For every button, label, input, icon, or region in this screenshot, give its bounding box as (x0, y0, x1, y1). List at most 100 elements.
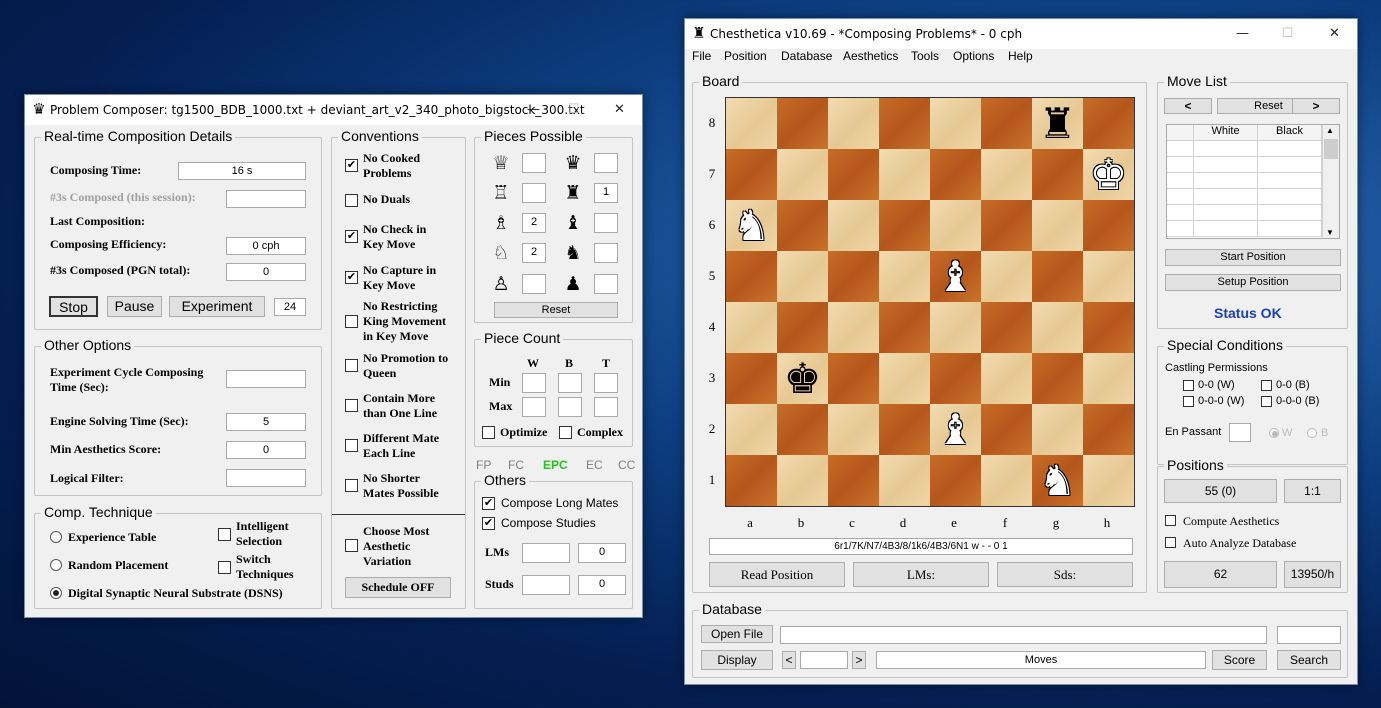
black-rook-piece[interactable]: ♜ (1032, 98, 1083, 149)
mode-cc[interactable]: CC (618, 458, 635, 472)
start-position-button[interactable]: Start Position (1165, 249, 1341, 266)
move-prev-button[interactable]: < (1164, 98, 1212, 114)
schedule-button[interactable]: Schedule OFF (345, 577, 451, 598)
square-a7[interactable] (726, 149, 777, 200)
white-knight-piece[interactable]: ♞ (726, 200, 777, 251)
square-a2[interactable] (726, 404, 777, 455)
square-b2[interactable] (777, 404, 828, 455)
square-g2[interactable] (1032, 404, 1083, 455)
logical-filter-field[interactable] (226, 469, 306, 487)
menu-aesthetics[interactable]: Aesthetics (843, 49, 898, 63)
square-d7[interactable] (879, 149, 930, 200)
positions-ratio-button[interactable]: 1:1 (1284, 479, 1341, 503)
white-pawn-count[interactable] (522, 274, 546, 294)
efficiency-field[interactable]: 0 cph (226, 237, 306, 255)
optimize-checkbox[interactable] (482, 426, 495, 439)
fen-field[interactable]: 6r1/7K/N7/4B3/8/1k6/4B3/6N1 w - - 0 1 (709, 538, 1133, 555)
move-list-cell[interactable] (1194, 221, 1258, 237)
mode-fp[interactable]: FP (476, 458, 491, 472)
black-king-piece[interactable]: ♚ (777, 353, 828, 404)
square-h8[interactable] (1083, 98, 1134, 149)
square-e6[interactable] (930, 200, 981, 251)
different-mate-checkbox[interactable] (345, 439, 358, 452)
display-button[interactable]: Display (701, 650, 773, 670)
black-queen-count[interactable] (594, 153, 618, 173)
square-g6[interactable] (1032, 200, 1083, 251)
square-d8[interactable] (879, 98, 930, 149)
no-restricting-king-checkbox[interactable] (345, 315, 358, 328)
engine-time-field[interactable]: 5 (226, 413, 306, 431)
square-a6[interactable]: ♞ (726, 200, 777, 251)
square-f7[interactable] (981, 149, 1032, 200)
square-h1[interactable] (1083, 455, 1134, 506)
black-pawn-count[interactable] (594, 274, 618, 294)
min-total-field[interactable] (594, 373, 618, 393)
database-index-field[interactable] (800, 651, 848, 669)
move-list-cell[interactable] (1194, 205, 1258, 221)
white-bishop-count[interactable]: 2 (522, 213, 546, 233)
chess-board[interactable]: ♜ ♚ ♞ ♝ ♚ ♝ ♞ (725, 97, 1135, 507)
move-list-cell[interactable] (1167, 205, 1194, 221)
castle-b-long-checkbox[interactable] (1261, 396, 1272, 407)
contain-more-lines-checkbox[interactable] (345, 399, 358, 412)
score-button[interactable]: Score (1212, 650, 1267, 670)
square-f2[interactable] (981, 404, 1032, 455)
open-file-button[interactable]: Open File (701, 625, 773, 643)
white-knight-piece[interactable]: ♞ (1032, 455, 1083, 506)
square-b6[interactable] (777, 200, 828, 251)
square-c5[interactable] (828, 251, 879, 302)
move-list-cell[interactable] (1167, 189, 1194, 205)
square-a1[interactable] (726, 455, 777, 506)
move-list-cell[interactable] (1167, 157, 1194, 173)
studs-count-field[interactable]: 0 (578, 575, 626, 595)
square-h7[interactable]: ♚ (1083, 149, 1134, 200)
no-shorter-mates-checkbox[interactable] (345, 479, 358, 492)
square-c8[interactable] (828, 98, 879, 149)
square-c4[interactable] (828, 302, 879, 353)
square-d3[interactable] (879, 353, 930, 404)
square-a8[interactable] (726, 98, 777, 149)
auto-analyze-checkbox[interactable] (1165, 537, 1176, 548)
square-b4[interactable] (777, 302, 828, 353)
square-e3[interactable] (930, 353, 981, 404)
database-path-field[interactable] (780, 626, 1267, 644)
scroll-thumb[interactable] (1324, 139, 1338, 159)
square-a3[interactable] (726, 353, 777, 404)
white-bishop-piece[interactable]: ♝ (930, 251, 981, 302)
min-white-field[interactable] (522, 373, 546, 393)
experiment-button[interactable]: Experiment (169, 296, 265, 317)
move-list-cell[interactable] (1167, 221, 1194, 237)
move-list-cell[interactable] (1258, 221, 1322, 237)
square-b3[interactable]: ♚ (777, 353, 828, 404)
square-g7[interactable] (1032, 149, 1083, 200)
move-list-cell[interactable] (1258, 157, 1322, 173)
menu-database[interactable]: Database (781, 49, 832, 63)
square-h4[interactable] (1083, 302, 1134, 353)
pause-button[interactable]: Pause (107, 296, 162, 317)
square-a4[interactable] (726, 302, 777, 353)
menu-position[interactable]: Position (724, 49, 767, 63)
lms-button[interactable]: LMs: (853, 562, 989, 587)
no-duals-checkbox[interactable] (345, 194, 358, 207)
move-list-cell[interactable] (1167, 141, 1194, 157)
en-passant-white-radio[interactable] (1269, 428, 1279, 438)
move-list-cell[interactable] (1167, 173, 1194, 189)
positions-count-button[interactable]: 55 (0) (1164, 479, 1277, 503)
database-extra-field[interactable] (1277, 626, 1341, 644)
square-d6[interactable] (879, 200, 930, 251)
minimize-button[interactable]: — (511, 95, 556, 125)
mode-ec[interactable]: EC (586, 458, 603, 472)
pieces-reset-button[interactable]: Reset (494, 302, 618, 318)
max-total-field[interactable] (594, 397, 618, 417)
black-column-header[interactable]: Black (1258, 125, 1322, 141)
square-e5[interactable]: ♝ (930, 251, 981, 302)
square-g5[interactable] (1032, 251, 1083, 302)
square-d2[interactable] (879, 404, 930, 455)
setup-position-button[interactable]: Setup Position (1165, 274, 1341, 291)
switch-techniques-checkbox[interactable] (218, 561, 231, 574)
move-list-cell[interactable] (1194, 157, 1258, 173)
mode-epc[interactable]: EPC (543, 458, 568, 472)
close-button[interactable]: ✕ (597, 95, 642, 125)
square-c2[interactable] (828, 404, 879, 455)
move-list-cell[interactable] (1194, 141, 1258, 157)
